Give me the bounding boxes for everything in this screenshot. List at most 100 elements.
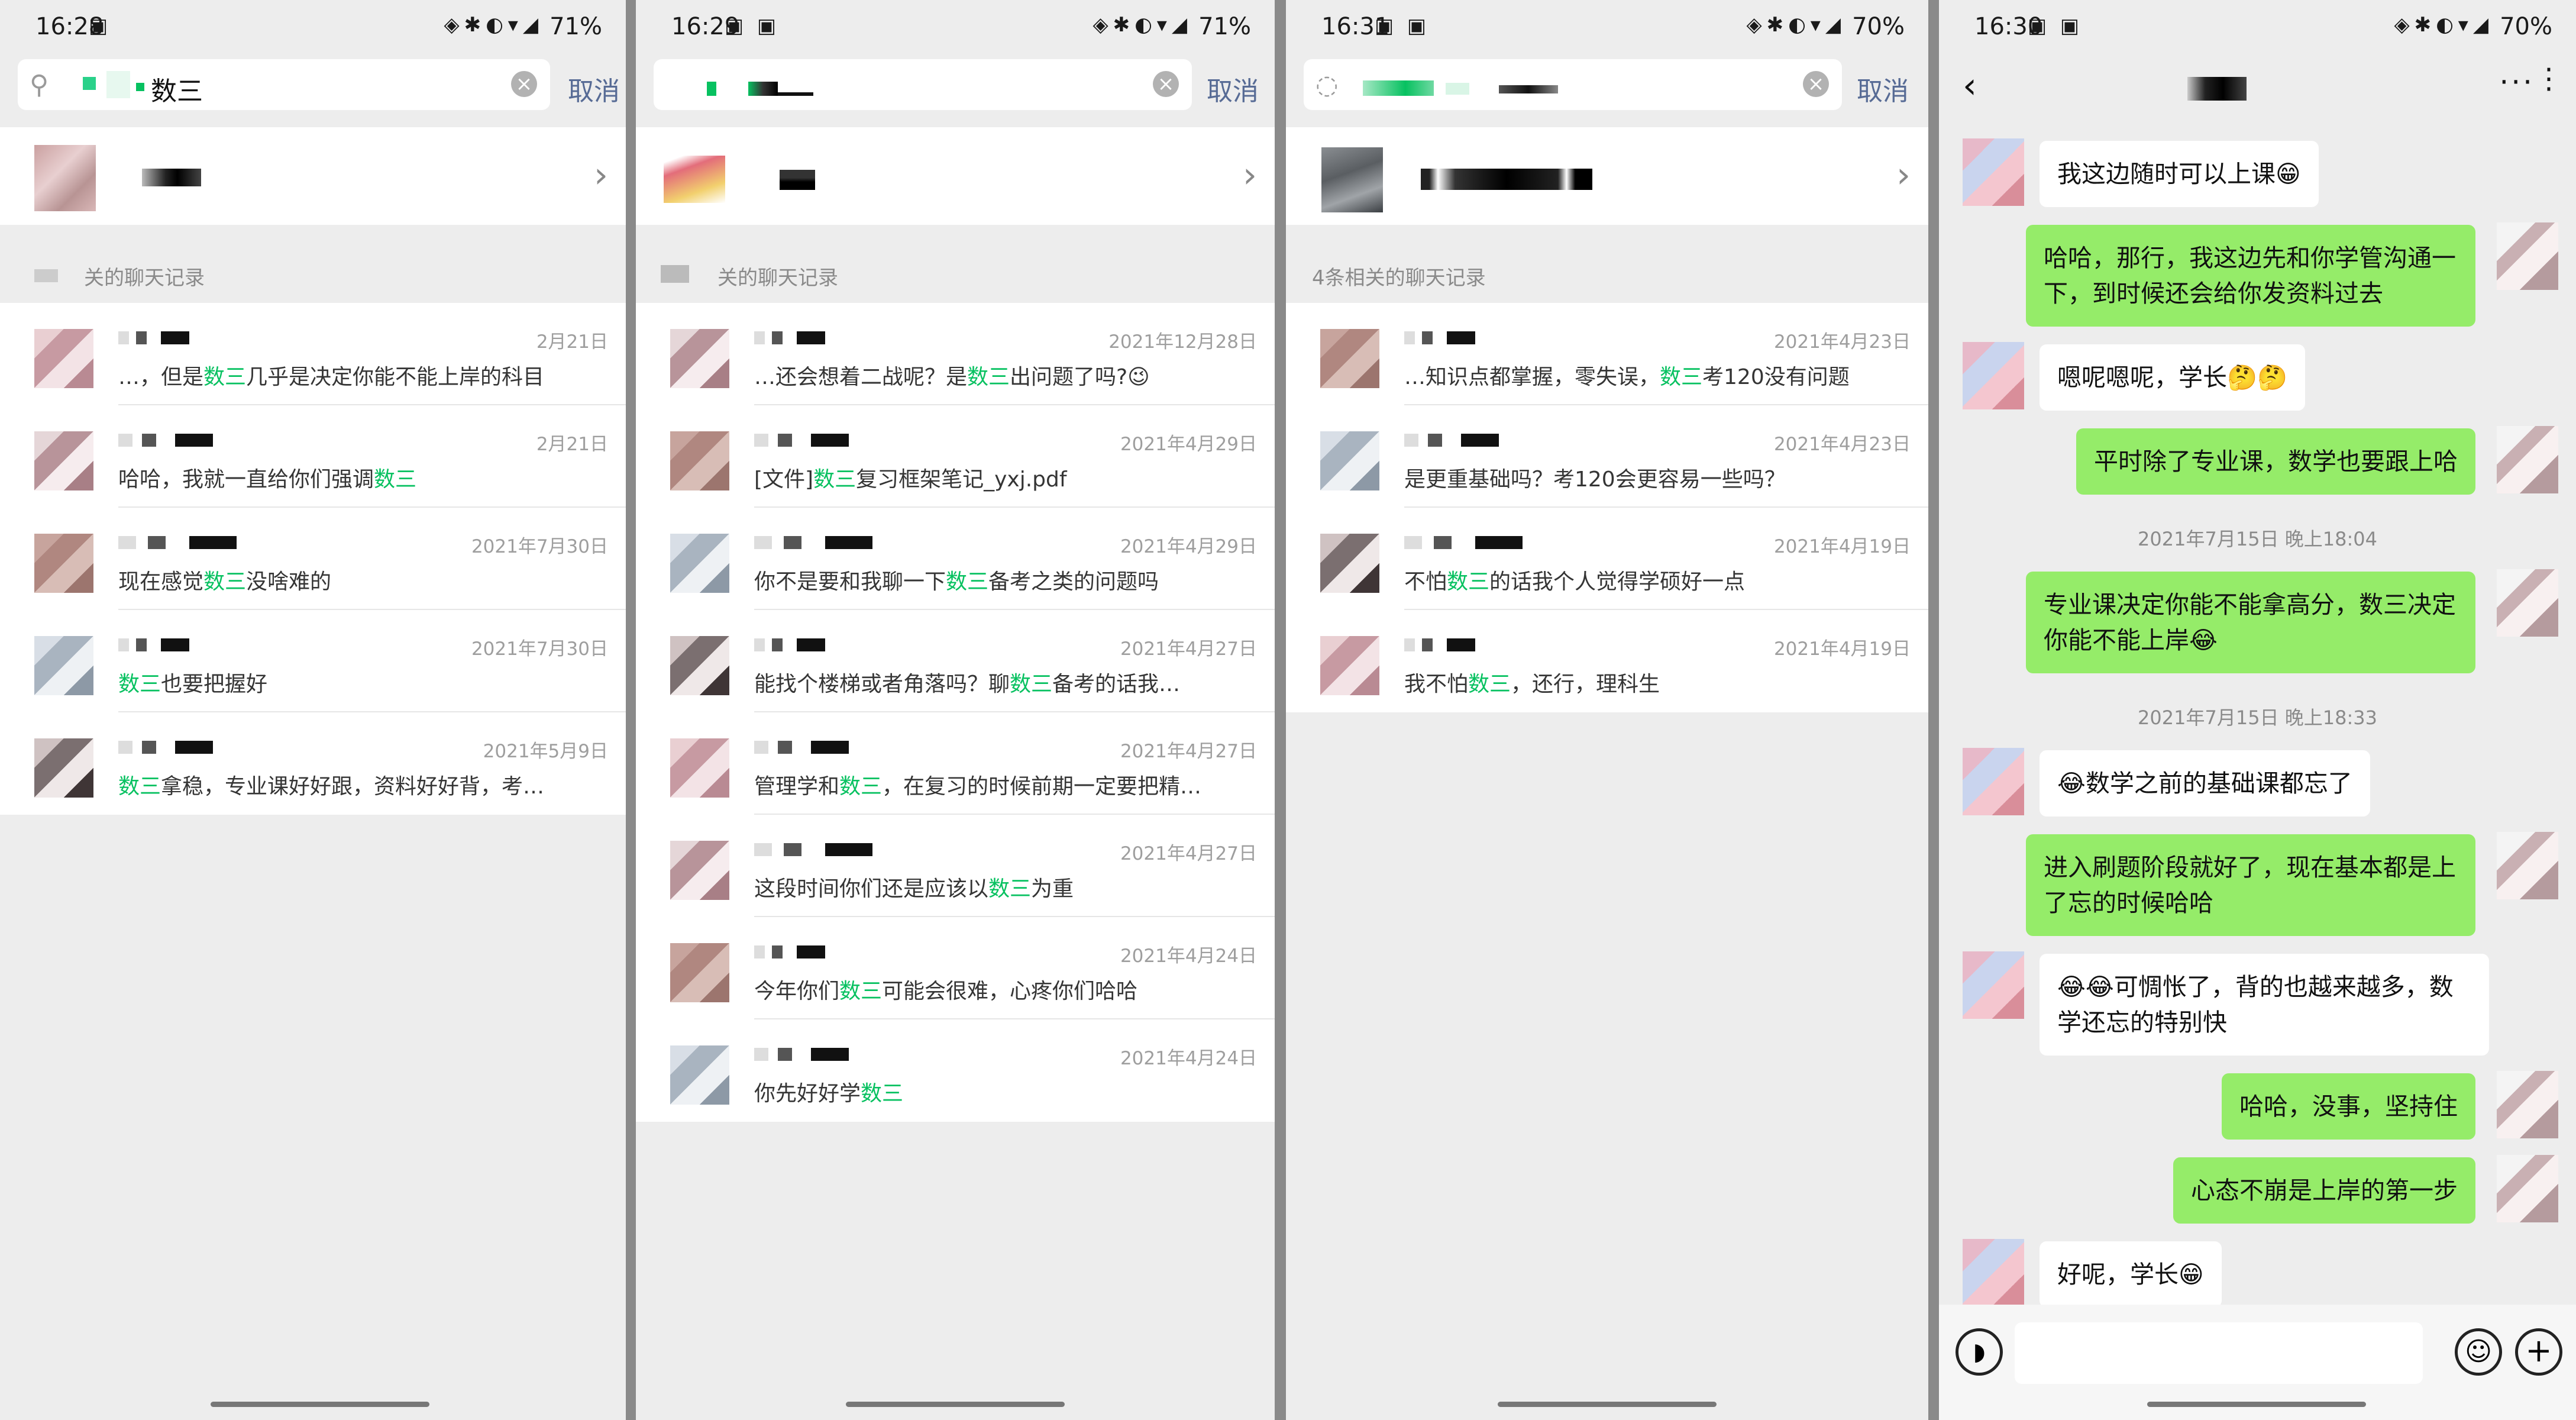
signal-wifi-icon: ◈✱◐▾◢ — [444, 13, 543, 37]
message-sent[interactable]: 哈哈，没事，坚持住 — [2222, 1073, 2475, 1140]
message-sent[interactable]: 哈哈，那行，我这边先和你学管沟通一下，到时候还会给你发资料过去 — [2026, 225, 2475, 327]
clear-icon[interactable]: × — [511, 71, 537, 97]
cancel-button[interactable]: 取消 — [568, 70, 620, 108]
snippet-text: …知识点都掌握，零失误， — [1404, 365, 1660, 389]
snippet-text: 管理学和 — [754, 774, 840, 799]
result-row[interactable]: 2021年4月29日 你不是要和我聊一下数三备考之类的问题吗 — [636, 508, 1275, 610]
avatar — [2497, 1071, 2558, 1138]
voice-icon[interactable]: ◗ — [1956, 1328, 2003, 1376]
menu-dots-icon[interactable]: ⋮ — [2535, 62, 2563, 95]
result-snippet: …，但是数三几乎是决定你能不能上岸的科目 — [118, 360, 544, 390]
result-snippet: 不怕数三的话我个人觉得学硕好一点 — [1404, 564, 1745, 595]
snippet-text: 复习框架笔记_yxj.pdf — [856, 467, 1067, 492]
message-sent[interactable]: 心态不崩是上岸的第一步 — [2173, 1157, 2475, 1224]
result-row[interactable]: 2021年4月24日 今年你们数三可能会很难，心疼你们哈哈 — [636, 917, 1275, 1019]
result-row[interactable]: 2021年4月27日 这段时间你们还是应该以数三为重 — [636, 815, 1275, 917]
contact-result[interactable]: › — [1286, 127, 1928, 225]
blurred-name — [142, 169, 201, 186]
result-snippet: …还会想着二战呢？是数三出问题了吗?😉 — [754, 360, 1150, 390]
message-received[interactable]: 好呢，学长😁 — [2040, 1241, 2222, 1308]
result-snippet: 现在感觉数三没啥难的 — [118, 564, 331, 595]
blurred-name — [118, 331, 189, 344]
chat-panel: 16:30 ▣ ▣ ◈✱◐▾◢ 70% ‹ ··· ⋮ 我这边随时可以上课😁 哈哈… — [1939, 0, 2576, 1420]
cancel-button[interactable]: 取消 — [1207, 70, 1259, 108]
result-row[interactable]: 2021年4月27日 能找个楼梯或者角落吗？聊数三备考的话我… — [636, 610, 1275, 712]
snippet-text: 你先好好学 — [754, 1082, 861, 1106]
blurred-text — [106, 71, 130, 98]
avatar — [670, 431, 729, 490]
result-row[interactable]: 2021年4月19日 我不怕数三，还行，理科生 — [1286, 610, 1928, 712]
clear-icon[interactable]: × — [1153, 71, 1179, 97]
result-row[interactable]: 2021年7月30日 数三也要把握好 — [0, 610, 626, 712]
message-received[interactable]: 😂😂可惆怅了，背的也越来越多，数学还忘的特别快 — [2040, 954, 2489, 1056]
result-row[interactable]: 2021年12月28日 …还会想着二战呢？是数三出问题了吗?😉 — [636, 303, 1275, 405]
chat-timestamp: 2021年7月15日 晚上18:33 — [2138, 706, 2377, 729]
result-snippet: [文件]数三复习框架笔记_yxj.pdf — [754, 462, 1067, 493]
snippet-keyword: 数三 — [1010, 672, 1053, 696]
result-snippet: 你先好好学数三 — [754, 1076, 903, 1107]
avatar — [34, 329, 93, 388]
snippet-text: ，在复习的时候前期一定要把精… — [882, 774, 1202, 799]
snippet-keyword: 数三 — [813, 467, 856, 492]
message-sent[interactable]: 进入刷题阶段就好了，现在基本都是上了忘的时候哈哈 — [2026, 834, 2475, 936]
result-snippet: 这段时间你们还是应该以数三为重 — [754, 872, 1074, 902]
result-row[interactable]: 2月21日 哈哈，我就一直给你们强调数三 — [0, 405, 626, 508]
back-arrow-icon[interactable]: ‹ — [1963, 65, 1977, 106]
result-snippet: 数三拿稳，专业课好好跟，资料好好背，考… — [118, 769, 544, 800]
result-date: 2021年7月30日 — [471, 536, 608, 557]
avatar — [34, 738, 93, 798]
chevron-right-icon: › — [1896, 154, 1911, 196]
blurred-text — [661, 265, 689, 283]
blurred-name — [118, 536, 237, 549]
snippet-text: 是更重基础吗？考120会更容易一些吗？ — [1404, 467, 1786, 492]
search-input[interactable]: × — [654, 59, 1192, 110]
blurred-name — [754, 331, 825, 344]
result-row[interactable]: 2021年4月23日是更重基础吗？考120会更容易一些吗？ — [1286, 405, 1928, 508]
result-row[interactable]: 2021年4月29日 [文件]数三复习框架笔记_yxj.pdf — [636, 405, 1275, 508]
snippet-keyword: 数三 — [839, 774, 883, 799]
result-row[interactable]: 2月21日 …，但是数三几乎是决定你能不能上岸的科目 — [0, 303, 626, 405]
clear-icon[interactable]: × — [1803, 71, 1829, 97]
snippet-text: 为重 — [1031, 877, 1074, 901]
avatar — [34, 534, 93, 593]
contact-result[interactable]: › — [0, 127, 626, 225]
result-row[interactable]: 2021年4月23日 …知识点都掌握，零失误，数三考120没有问题 — [1286, 303, 1928, 405]
plus-icon[interactable]: + — [2515, 1328, 2562, 1376]
message-input[interactable] — [2015, 1322, 2423, 1384]
search-input[interactable]: ◌ × — [1304, 59, 1842, 110]
chevron-right-icon: › — [1243, 154, 1257, 196]
section-label: 关的聊天记录 — [717, 266, 838, 290]
snippet-text: 我不怕 — [1404, 672, 1469, 696]
result-list: 2021年4月23日 …知识点都掌握，零失误，数三考120没有问题 2021年4月2… — [1286, 303, 1928, 712]
message-received[interactable]: 😂数学之前的基础课都忘了 — [2040, 750, 2370, 816]
blurred-name — [1404, 638, 1475, 651]
result-date: 2021年4月24日 — [1120, 945, 1257, 967]
snippet-keyword: 数三 — [839, 979, 883, 1003]
result-row[interactable]: 2021年4月27日管理学和数三，在复习的时候前期一定要把精… — [636, 712, 1275, 815]
result-snippet: 能找个楼梯或者角落吗？聊数三备考的话我… — [754, 667, 1180, 698]
result-row[interactable]: 2021年5月9日 数三拿稳，专业课好好跟，资料好好背，考… — [0, 712, 626, 815]
search-query: 数三 — [151, 76, 203, 106]
result-snippet: 管理学和数三，在复习的时候前期一定要把精… — [754, 769, 1201, 800]
snippet-text: 考120没有问题 — [1702, 365, 1850, 389]
blurred-contact-name — [2187, 77, 2247, 101]
message-sent[interactable]: 专业课决定你能不能拿高分，数三决定你能不能上岸😂 — [2026, 572, 2475, 673]
more-options-icon[interactable]: ··· — [2499, 65, 2535, 99]
emoji-icon[interactable]: ☺ — [2455, 1328, 2502, 1376]
result-row[interactable]: 2021年4月19日 不怕数三的话我个人觉得学硕好一点 — [1286, 508, 1928, 610]
section-label: 4条相关的聊天记录 — [1312, 266, 1486, 290]
message-received[interactable]: 嗯呢嗯呢，学长🤔🤔 — [2040, 344, 2306, 411]
blurred-text — [778, 92, 813, 96]
result-row[interactable]: 2021年4月24日 你先好好学数三 — [636, 1019, 1275, 1122]
message-received[interactable]: 我这边随时可以上课😁 — [2040, 141, 2319, 207]
result-date: 2021年4月27日 — [1120, 741, 1257, 762]
search-input[interactable]: ⚲ 数三 × — [18, 59, 550, 110]
result-row[interactable]: 2021年7月30日现在感觉数三没啥难的 — [0, 508, 626, 610]
result-date: 2月21日 — [536, 434, 608, 455]
snippet-text: 不怕 — [1404, 570, 1447, 594]
message-sent[interactable]: 平时除了专业课，数学也要跟上哈 — [2076, 428, 2475, 495]
contact-result[interactable]: › — [636, 127, 1275, 225]
result-date: 2021年4月23日 — [1773, 434, 1911, 455]
blurred-text — [83, 77, 96, 90]
cancel-button[interactable]: 取消 — [1857, 70, 1909, 108]
